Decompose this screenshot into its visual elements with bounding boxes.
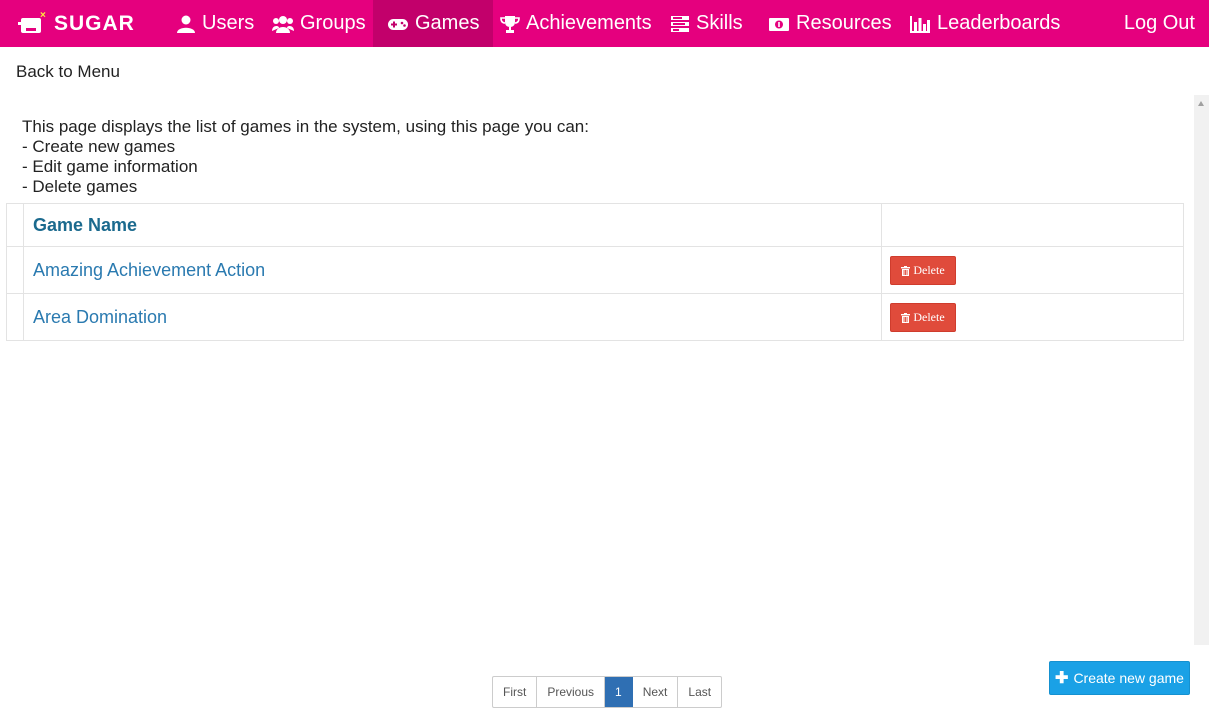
- table-row: Amazing Achievement Action Delete: [6, 247, 1184, 294]
- tasks-icon: [671, 15, 689, 32]
- pagination-previous[interactable]: Previous: [537, 677, 606, 707]
- nav-item-label: Resources: [796, 12, 892, 34]
- delete-button[interactable]: Delete: [890, 303, 956, 332]
- column-header-game-name[interactable]: Game Name: [33, 204, 137, 246]
- pagination-next[interactable]: Next: [633, 677, 679, 707]
- users-group-icon: [272, 15, 294, 33]
- nav-item-groups[interactable]: Groups: [272, 0, 366, 47]
- nav-item-label: Groups: [300, 12, 366, 34]
- gamepad-icon: [388, 18, 408, 30]
- nav-item-label: Skills: [696, 12, 743, 34]
- pagination-first[interactable]: First: [493, 677, 538, 707]
- pagination: First Previous 1 Next Last: [492, 676, 723, 708]
- table-header-row: Game Name: [6, 204, 1184, 247]
- game-name-link[interactable]: Amazing Achievement Action: [33, 247, 265, 293]
- create-button-label: Create new game: [1073, 670, 1184, 686]
- vertical-scrollbar[interactable]: [1194, 95, 1209, 645]
- nav-item-resources[interactable]: Resources: [768, 0, 892, 47]
- table-row: Area Domination Delete: [6, 294, 1184, 341]
- delete-button-label: Delete: [913, 310, 945, 324]
- pagination-last[interactable]: Last: [678, 677, 721, 707]
- game-name-link[interactable]: Area Domination: [33, 294, 167, 340]
- sugar-logo-icon: ×: [18, 10, 46, 36]
- description-bullet: - Delete games: [22, 177, 138, 196]
- bar-chart-icon: [910, 15, 930, 33]
- nav-item-label: Leaderboards: [937, 12, 1061, 34]
- nav-item-users[interactable]: Users: [176, 0, 254, 47]
- scroll-up-arrow-icon[interactable]: [1198, 101, 1204, 106]
- pagination-current-page[interactable]: 1: [605, 677, 633, 707]
- money-icon: [769, 17, 789, 31]
- page-description: This page displays the list of games in …: [22, 117, 589, 197]
- nav-item-games[interactable]: Games: [373, 0, 494, 47]
- brand[interactable]: × SUGAR: [18, 0, 135, 47]
- trash-icon: [901, 312, 911, 323]
- nav-item-label: Games: [415, 12, 480, 34]
- logout-link[interactable]: Log Out: [1124, 0, 1195, 47]
- trash-icon: [901, 265, 911, 276]
- delete-button-label: Delete: [913, 263, 945, 277]
- nav-item-skills[interactable]: Skills: [670, 0, 743, 47]
- delete-button[interactable]: Delete: [890, 256, 956, 285]
- nav-item-achievements[interactable]: Achievements: [500, 0, 652, 47]
- top-navbar: × SUGAR Users Groups Games Achievements …: [0, 0, 1209, 47]
- plus-icon: ✚: [1055, 670, 1069, 687]
- brand-name: SUGAR: [54, 11, 135, 35]
- trophy-icon: [500, 15, 520, 33]
- nav-item-leaderboards[interactable]: Leaderboards: [909, 0, 1060, 47]
- description-intro: This page displays the list of games in …: [22, 117, 589, 136]
- games-table: Game Name Amazing Achievement Action Del…: [6, 203, 1184, 341]
- description-bullet: - Edit game information: [22, 157, 198, 176]
- user-icon: [177, 15, 195, 33]
- create-new-game-button[interactable]: ✚ Create new game: [1049, 661, 1190, 695]
- nav-item-label: Achievements: [526, 12, 652, 34]
- description-bullet: - Create new games: [22, 137, 176, 156]
- nav-item-label: Users: [202, 12, 255, 34]
- back-to-menu-link[interactable]: Back to Menu: [16, 62, 120, 82]
- column-header-actions: [881, 204, 1183, 246]
